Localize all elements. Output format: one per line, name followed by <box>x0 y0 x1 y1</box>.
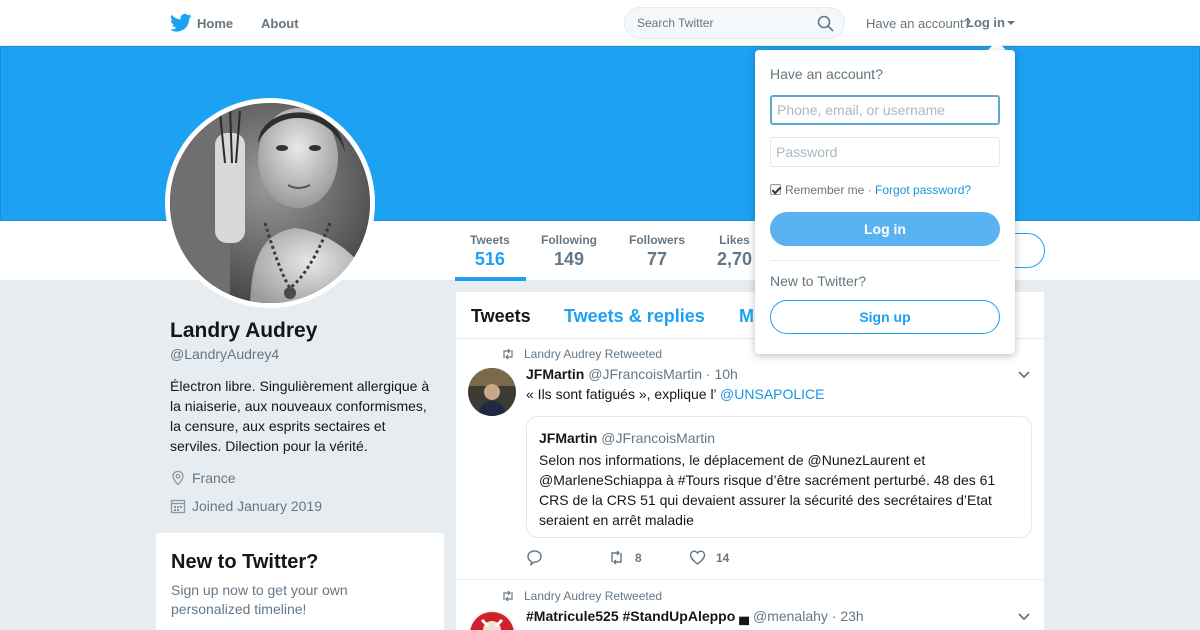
author-name: JFMartin <box>526 366 585 382</box>
tweet-text-body: « Ils sont fatigués », explique l’ <box>526 386 721 402</box>
new-to-twitter-card: New to Twitter? Sign up now to get your … <box>156 533 444 630</box>
chevron-down-icon[interactable] <box>1018 613 1030 621</box>
profile-location: France <box>170 470 236 486</box>
tweet-avatar[interactable] <box>468 610 516 630</box>
like-count: 14 <box>716 551 730 565</box>
stat-label: Tweets <box>470 233 510 247</box>
stat-following[interactable]: Following 149 <box>541 233 597 270</box>
stat-label: Following <box>541 233 597 247</box>
signup-button[interactable]: Sign up <box>770 300 1000 334</box>
profile-handle[interactable]: @LandryAudrey4 <box>170 346 279 362</box>
retweet-context-text: Landry Audrey Retweeted <box>524 347 663 361</box>
stat-tweets[interactable]: Tweets 516 <box>470 233 510 270</box>
have-account-text: Have an account? <box>866 16 971 31</box>
profile-avatar[interactable] <box>165 98 375 308</box>
new-to-twitter-text: Sign up now to get your own personalized… <box>171 582 348 617</box>
like-button[interactable]: 14 <box>689 549 729 566</box>
chevron-down-icon[interactable] <box>1018 371 1030 379</box>
retweet-count: 8 <box>635 551 642 565</box>
stat-label: Followers <box>629 233 686 247</box>
profile-bio: Électron libre. Singulièrement allergiqu… <box>170 378 430 454</box>
tweet-author[interactable]: #Matricule525 #StandUpAleppo ▄ @menalahy… <box>526 608 864 624</box>
stat-followers[interactable]: Followers 77 <box>629 233 685 270</box>
top-nav: Home About Search Twitter Have an accoun… <box>0 0 1200 46</box>
location-pin-icon <box>172 470 184 486</box>
login-button[interactable]: Log in <box>770 212 1000 246</box>
search-icon[interactable] <box>817 15 834 32</box>
mention-link[interactable]: @UNSAPOLICE <box>720 386 824 402</box>
login-dropdown: Have an account? Remember me · Forgot pa… <box>755 50 1015 354</box>
retweet-context: Landry Audrey Retweeted <box>501 589 662 603</box>
stat-value: 2,70 <box>717 249 753 269</box>
new-to-twitter-label: New to Twitter? <box>770 273 867 289</box>
location-text: France <box>192 470 236 486</box>
stat-value: 516 <box>474 249 505 269</box>
author-handle-time: @menalahy · 23h <box>752 608 864 624</box>
author-handle-time: @JFrancoisMartin · 10h <box>588 366 738 382</box>
retweet-button[interactable]: 8 <box>608 549 642 566</box>
tab-tweets[interactable]: Tweets <box>471 306 531 327</box>
dropdown-title: Have an account? <box>770 66 883 82</box>
retweet-icon <box>503 348 513 360</box>
tweet-avatar[interactable] <box>468 368 516 416</box>
quoted-tweet[interactable]: JFMartin @JFrancoisMartin Selon nos info… <box>526 416 1032 538</box>
search-placeholder: Search Twitter <box>637 16 714 30</box>
login-dropdown-toggle[interactable]: Log in <box>966 15 1005 30</box>
calendar-icon <box>170 499 186 514</box>
dropdown-arrow <box>988 41 1006 50</box>
new-to-twitter-title: New to Twitter? <box>171 551 319 573</box>
password-field[interactable] <box>770 137 1000 167</box>
heart-icon <box>689 550 706 565</box>
tweet-text: « Ils sont fatigués », explique l’ @UNSA… <box>526 386 825 402</box>
tweet[interactable]: Landry Audrey Retweeted #Matricule525 #S… <box>456 581 1044 630</box>
remember-me-label[interactable]: Remember me <box>785 183 864 197</box>
remember-me-row: Remember me · Forgot password? <box>770 183 971 197</box>
quoted-text: Selon nos informations, le déplacement d… <box>539 452 996 528</box>
stat-label: Likes <box>719 233 750 247</box>
tab-tweets-replies[interactable]: Tweets & replies <box>564 306 705 327</box>
tweet-author[interactable]: JFMartin @JFrancoisMartin · 10h <box>526 366 738 382</box>
twitter-bird-icon[interactable] <box>170 13 192 33</box>
stat-likes[interactable]: Likes 2,70 <box>717 233 752 270</box>
nav-about-link[interactable]: About <box>261 16 299 31</box>
active-stat-underline <box>455 277 526 281</box>
username-field[interactable] <box>770 95 1000 125</box>
nav-home-link[interactable]: Home <box>197 16 233 31</box>
avatar-photo <box>170 103 370 303</box>
divider <box>770 260 1000 261</box>
caret-down-icon[interactable] <box>1007 21 1015 25</box>
stat-value: 77 <box>646 249 668 269</box>
retweet-icon <box>503 590 513 602</box>
author-name: #Matricule525 #StandUpAleppo ▄ <box>526 608 750 624</box>
joined-text: Joined January 2019 <box>192 498 322 514</box>
profile-name[interactable]: Landry Audrey <box>170 319 317 343</box>
stat-value: 149 <box>553 249 585 269</box>
tab-media[interactable]: M <box>739 306 754 327</box>
profile-joined: Joined January 2019 <box>170 498 322 514</box>
reply-button[interactable] <box>526 549 553 567</box>
quoted-author: JFMartin @JFrancoisMartin <box>539 430 715 446</box>
reply-icon <box>527 550 542 567</box>
retweet-icon <box>611 550 622 565</box>
forgot-password-link[interactable]: Forgot password? <box>875 183 971 197</box>
search-input[interactable]: Search Twitter <box>624 7 845 39</box>
separator-dot: · <box>864 183 876 197</box>
remember-me-checkbox[interactable] <box>770 184 781 195</box>
quoted-author-name: JFMartin <box>539 430 598 446</box>
retweet-context: Landry Audrey Retweeted <box>501 347 662 361</box>
retweet-context-text: Landry Audrey Retweeted <box>524 589 663 603</box>
quoted-author-handle: @JFrancoisMartin <box>601 430 716 446</box>
tweet[interactable]: Landry Audrey Retweeted JFMartin @JFranc… <box>456 339 1044 580</box>
